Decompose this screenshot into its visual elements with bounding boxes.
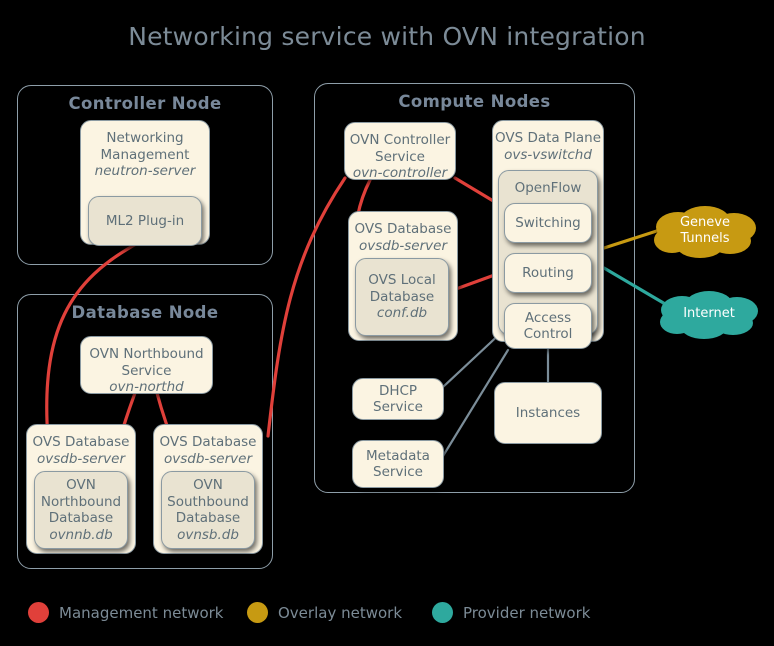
geneve-line2: Tunnels: [680, 231, 730, 246]
diagram-canvas: Networking service with OVN integration …: [0, 0, 774, 646]
cloud-internet[interactable]: Internet: [654, 288, 764, 340]
cloud-internet-label: Internet: [683, 306, 735, 322]
cloud-geneve-tunnels[interactable]: Geneve Tunnels: [648, 203, 762, 259]
clouds-layer: Geneve Tunnels Internet: [0, 0, 774, 646]
internet-line1: Internet: [683, 306, 735, 321]
geneve-line1: Geneve: [679, 215, 730, 230]
cloud-geneve-label: Geneve Tunnels: [680, 215, 730, 247]
